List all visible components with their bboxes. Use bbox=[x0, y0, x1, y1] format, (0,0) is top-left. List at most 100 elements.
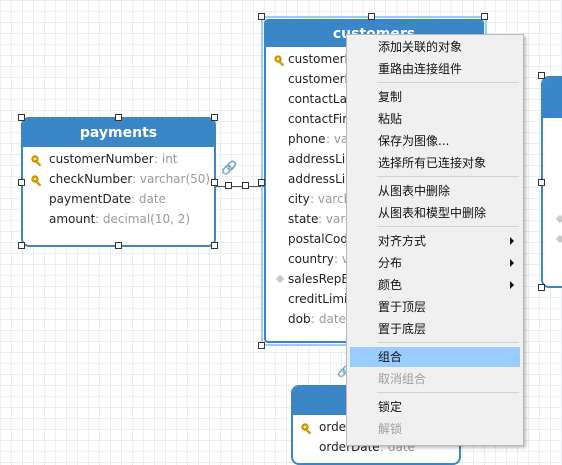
link-icon: 🔗 bbox=[221, 161, 238, 176]
menu-item-label: 粘贴 bbox=[378, 112, 403, 126]
field-name: customerN bbox=[288, 72, 354, 86]
menu-item: 解锁 bbox=[350, 419, 520, 439]
menu-item[interactable]: 锁定 bbox=[350, 397, 520, 417]
resize-handle[interactable] bbox=[18, 114, 25, 121]
resize-handle[interactable] bbox=[258, 342, 265, 349]
menu-item-label: 从图表和模型中删除 bbox=[378, 206, 487, 220]
field-name: phone bbox=[288, 132, 326, 146]
menu-item[interactable]: 分布 bbox=[350, 253, 520, 273]
menu-item-label: 添加关联的对象 bbox=[378, 40, 463, 54]
menu-item[interactable]: 从图表中删除 bbox=[350, 181, 520, 201]
menu-item[interactable]: 置于顶层 bbox=[350, 297, 520, 317]
field-type: : date bbox=[311, 312, 346, 326]
submenu-arrow-icon bbox=[510, 237, 514, 245]
field-name: city bbox=[288, 192, 310, 206]
menu-item[interactable]: 颜色 bbox=[350, 275, 520, 295]
resize-handle[interactable] bbox=[211, 179, 218, 186]
menu-separator bbox=[377, 82, 519, 83]
menu-item-label: 置于底层 bbox=[378, 322, 427, 336]
field-row[interactable]: paymentDate : date bbox=[23, 189, 214, 209]
field-name: addressLin bbox=[288, 152, 353, 166]
context-menu: 添加关联的对象 重路由连接组件 复制粘贴保存为图像... 选择所有已连接对象 从图表中删… bbox=[346, 34, 524, 446]
menu-item-label: 保存为图像... bbox=[378, 134, 450, 148]
resize-handle[interactable] bbox=[211, 242, 218, 249]
field-row[interactable]: customerNumber : int bbox=[23, 149, 214, 169]
menu-item-label: 从图表中删除 bbox=[378, 184, 451, 198]
field-name: salesRepE bbox=[288, 272, 349, 286]
resize-handle[interactable] bbox=[18, 179, 25, 186]
menu-item-label: 选择所有已连接对象 bbox=[378, 156, 487, 170]
field-name: customerN bbox=[288, 52, 354, 66]
field-name: customerNumber bbox=[49, 152, 154, 166]
field-name: contactFirs bbox=[288, 112, 354, 126]
menu-separator bbox=[377, 392, 519, 393]
field-name: postalCod bbox=[288, 232, 348, 246]
menu-separator bbox=[377, 226, 519, 227]
payments-title: payments bbox=[23, 119, 214, 147]
diamond-icon bbox=[555, 214, 562, 224]
resize-handle[interactable] bbox=[18, 242, 25, 249]
connection-handle[interactable] bbox=[242, 182, 249, 189]
field-type: : decimal(10, 2) bbox=[95, 212, 191, 226]
field-row[interactable]: checkNumber : varchar(50) bbox=[23, 169, 214, 189]
menu-separator bbox=[377, 342, 519, 343]
field-type: : date bbox=[131, 192, 166, 206]
key-icon bbox=[274, 53, 285, 67]
menu-item-label: 解锁 bbox=[378, 422, 403, 436]
field-type: : varch bbox=[310, 192, 352, 206]
connection-handle[interactable] bbox=[225, 182, 232, 189]
menu-item[interactable]: 重路由连接组件 bbox=[350, 59, 520, 79]
payments-table[interactable]: payments customerNumber : int checkNumber… bbox=[21, 117, 216, 247]
diamond-icon bbox=[555, 234, 562, 244]
key-icon bbox=[31, 173, 42, 187]
menu-item-label: 分布 bbox=[378, 256, 403, 270]
field-name: dob bbox=[288, 312, 311, 326]
key-icon bbox=[31, 153, 42, 167]
resize-handle[interactable] bbox=[481, 13, 488, 20]
field-name: checkNumber bbox=[49, 172, 133, 186]
menu-item[interactable]: 组合 bbox=[350, 347, 520, 367]
menu-item-label: 颜色 bbox=[378, 278, 403, 292]
partial-entity-header bbox=[543, 78, 562, 118]
field-name: creditLimit bbox=[288, 292, 353, 306]
field-type: : int bbox=[154, 152, 178, 166]
resize-handle[interactable] bbox=[538, 72, 545, 79]
submenu-arrow-icon bbox=[510, 281, 514, 289]
resize-handle[interactable] bbox=[368, 13, 375, 20]
menu-item[interactable]: 置于底层 bbox=[350, 319, 520, 339]
resize-handle[interactable] bbox=[115, 242, 122, 249]
menu-separator bbox=[377, 176, 519, 177]
resize-handle[interactable] bbox=[211, 114, 218, 121]
menu-item: 取消组合 bbox=[350, 369, 520, 389]
menu-item-label: 组合 bbox=[378, 350, 403, 364]
diamond-icon bbox=[275, 274, 285, 284]
field-name: contactLas bbox=[288, 92, 354, 106]
field-name: addressLin bbox=[288, 172, 353, 186]
menu-item[interactable]: 添加关联的对象 bbox=[350, 37, 520, 57]
menu-item[interactable]: 粘贴 bbox=[350, 109, 520, 129]
menu-item[interactable]: 复制 bbox=[350, 87, 520, 107]
resize-handle[interactable] bbox=[258, 179, 265, 186]
key-icon bbox=[301, 421, 312, 435]
menu-item-label: 对齐方式 bbox=[378, 234, 427, 248]
field-type: : va bbox=[326, 132, 349, 146]
menu-item-label: 锁定 bbox=[378, 400, 403, 414]
field-name: amount bbox=[49, 212, 96, 226]
menu-item[interactable]: 保存为图像... bbox=[350, 131, 520, 151]
field-name: state bbox=[288, 212, 319, 226]
field-row[interactable]: amount : decimal(10, 2) bbox=[23, 209, 214, 229]
resize-handle[interactable] bbox=[538, 179, 545, 186]
menu-item-label: 置于顶层 bbox=[378, 300, 427, 314]
resize-handle[interactable] bbox=[258, 13, 265, 20]
menu-item-label: 取消组合 bbox=[378, 372, 427, 386]
menu-item[interactable]: 对齐方式 bbox=[350, 231, 520, 251]
field-name: country bbox=[288, 252, 334, 266]
field-name: paymentDate bbox=[49, 192, 132, 206]
menu-item[interactable]: 选择所有已连接对象 bbox=[350, 153, 520, 173]
relationship-line[interactable] bbox=[214, 186, 266, 187]
menu-item-label: 重路由连接组件 bbox=[378, 62, 463, 76]
resize-handle[interactable] bbox=[115, 114, 122, 121]
resize-handle[interactable] bbox=[538, 284, 545, 291]
menu-item-label: 复制 bbox=[378, 90, 403, 104]
menu-item[interactable]: 从图表和模型中删除 bbox=[350, 203, 520, 223]
